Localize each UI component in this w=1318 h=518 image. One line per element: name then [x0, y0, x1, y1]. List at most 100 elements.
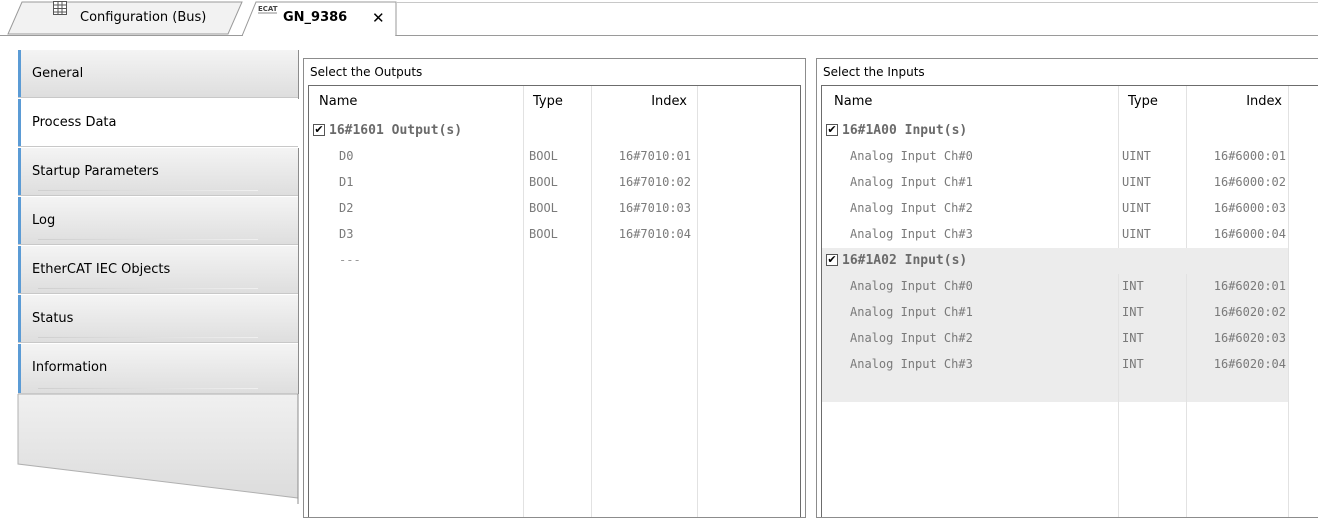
- cell-index: 16#6000:03: [1213, 201, 1286, 215]
- pdo-group-label: 16#1A02 Input(s): [842, 253, 968, 268]
- tab-gn-9386-label: GN_9386: [283, 10, 348, 25]
- cell-type: INT: [1122, 305, 1144, 319]
- cell-name: D0: [339, 149, 354, 163]
- pdo-group-row[interactable]: ✔ 16#1601 Output(s): [309, 118, 800, 144]
- tab-configuration-bus-label: Configuration (Bus): [80, 10, 207, 25]
- table-row[interactable]: Analog Input Ch#0 UINT 16#6000:01: [822, 144, 1288, 170]
- cell-type: UINT: [1122, 149, 1151, 163]
- column-divider: [1288, 86, 1289, 517]
- table-row[interactable]: D3 BOOL 16#7010:04: [309, 222, 800, 248]
- nav-tab-ethercat-iec-objects[interactable]: EtherCAT IEC Objects: [18, 246, 298, 294]
- table-row-placeholder[interactable]: ---: [309, 248, 800, 274]
- table-row[interactable]: Analog Input Ch#1 UINT 16#6000:02: [822, 170, 1288, 196]
- cell-type: BOOL: [529, 175, 558, 189]
- cell-index: 16#6020:04: [1213, 357, 1286, 371]
- column-header-index[interactable]: Index: [1186, 94, 1282, 109]
- nav-separator: [38, 288, 258, 289]
- nav-border: [298, 50, 299, 99]
- pdo-group-row[interactable]: ✔ 16#1A00 Input(s): [822, 118, 1288, 144]
- cell-type: UINT: [1122, 201, 1151, 215]
- nav-border: [298, 148, 299, 394]
- cell-type: UINT: [1122, 227, 1151, 241]
- nav-tab-process-data[interactable]: Process Data: [18, 99, 298, 147]
- table-row[interactable]: D0 BOOL 16#7010:01: [309, 144, 800, 170]
- pdo-checkbox[interactable]: ✔: [313, 124, 325, 136]
- nav-tab-log[interactable]: Log: [18, 197, 298, 245]
- table-row[interactable]: Analog Input Ch#1 INT 16#6020:02: [822, 300, 1288, 326]
- outputs-groupbox: Select the Outputs Name Type Index ✔ 16#…: [303, 58, 806, 518]
- table-row[interactable]: Analog Input Ch#2 UINT 16#6000:03: [822, 196, 1288, 222]
- cell-type: UINT: [1122, 175, 1151, 189]
- cell-index: 16#7010:01: [618, 149, 691, 163]
- table-row[interactable]: D1 BOOL 16#7010:02: [309, 170, 800, 196]
- column-header-type[interactable]: Type: [1128, 94, 1158, 109]
- nav-accent: [18, 344, 21, 393]
- outputs-title: Select the Outputs: [310, 65, 423, 79]
- table-row[interactable]: Analog Input Ch#2 INT 16#6020:03: [822, 326, 1288, 352]
- nav-accent: [18, 197, 21, 244]
- cell-index: 16#6020:01: [1213, 279, 1286, 293]
- cell-index: 16#6020:02: [1213, 305, 1286, 319]
- nav-separator: [38, 337, 258, 338]
- cell-type: INT: [1122, 279, 1144, 293]
- column-header-index[interactable]: Index: [591, 94, 687, 109]
- nav-empty-area: [17, 394, 299, 504]
- cell-name: D1: [339, 175, 354, 189]
- column-header-name[interactable]: Name: [834, 94, 872, 109]
- pdo-group-label: 16#1A00 Input(s): [842, 123, 968, 138]
- cell-type: BOOL: [529, 201, 558, 215]
- table-row[interactable]: Analog Input Ch#3 UINT 16#6000:04: [822, 222, 1288, 248]
- cell-name: Analog Input Ch#1: [850, 305, 973, 319]
- nav-tab-label: Log: [32, 213, 56, 228]
- cell-type: BOOL: [529, 149, 558, 163]
- cell-name: Analog Input Ch#0: [850, 279, 973, 293]
- cell-name: ---: [339, 253, 361, 267]
- nav-tab-startup-parameters[interactable]: Startup Parameters: [18, 148, 298, 196]
- nav-tab-label: General: [32, 66, 84, 81]
- cell-name: Analog Input Ch#0: [850, 149, 973, 163]
- table-row[interactable]: Analog Input Ch#0 INT 16#6020:01: [822, 274, 1288, 300]
- nav-separator: [38, 190, 258, 191]
- nav-separator: [38, 239, 258, 240]
- column-header-name[interactable]: Name: [319, 94, 357, 109]
- pdo-group-row[interactable]: ✔ 16#1A02 Input(s): [822, 248, 1288, 274]
- cell-name: D2: [339, 201, 354, 215]
- ethercat-icon: ECAT: [258, 5, 278, 14]
- inputs-title: Select the Inputs: [823, 65, 925, 79]
- nav-accent: [18, 148, 21, 195]
- pdo-checkbox[interactable]: ✔: [826, 254, 838, 266]
- nav-tab-label: EtherCAT IEC Objects: [32, 262, 171, 277]
- nav-accent: [18, 99, 21, 146]
- svg-text:ECAT: ECAT: [258, 5, 278, 13]
- cell-index: 16#6000:04: [1213, 227, 1286, 241]
- nav-tab-label: Process Data: [32, 115, 117, 130]
- cell-name: Analog Input Ch#2: [850, 331, 973, 345]
- inputs-groupbox: Select the Inputs Name Type Index ✔ 16#1…: [816, 58, 1318, 518]
- nav-tab-general[interactable]: General: [18, 50, 298, 98]
- grid-document-icon: [53, 1, 67, 15]
- outputs-grid[interactable]: Name Type Index ✔ 16#1601 Output(s) D0 B…: [308, 85, 801, 517]
- cell-name: Analog Input Ch#2: [850, 201, 973, 215]
- close-icon[interactable]: ✕: [372, 9, 385, 27]
- table-row[interactable]: D2 BOOL 16#7010:03: [309, 196, 800, 222]
- cell-type: BOOL: [529, 227, 558, 241]
- cell-type: INT: [1122, 331, 1144, 345]
- inputs-grid[interactable]: Name Type Index ✔ 16#1A00 Input(s) Analo…: [821, 85, 1318, 517]
- nav-tab-information[interactable]: Information: [18, 344, 298, 394]
- cell-index: 16#6000:02: [1213, 175, 1286, 189]
- nav-tab-status[interactable]: Status: [18, 295, 298, 343]
- nav-accent: [18, 246, 21, 293]
- document-tab-strip: Configuration (Bus) ECAT GN_9386 ✕: [0, 0, 1318, 36]
- column-header-type[interactable]: Type: [533, 94, 563, 109]
- cell-name: D3: [339, 227, 354, 241]
- pdo-checkbox[interactable]: ✔: [826, 124, 838, 136]
- category-tab-list: General Process Data Startup Parameters …: [0, 50, 300, 504]
- cell-type: INT: [1122, 357, 1144, 371]
- nav-separator: [38, 388, 258, 389]
- cell-index: 16#7010:04: [618, 227, 691, 241]
- nav-accent: [18, 295, 21, 342]
- table-row[interactable]: Analog Input Ch#3 INT 16#6020:04: [822, 352, 1288, 378]
- pdo-group-label: 16#1601 Output(s): [329, 123, 463, 138]
- cell-index: 16#6020:03: [1213, 331, 1286, 345]
- nav-accent: [18, 50, 21, 97]
